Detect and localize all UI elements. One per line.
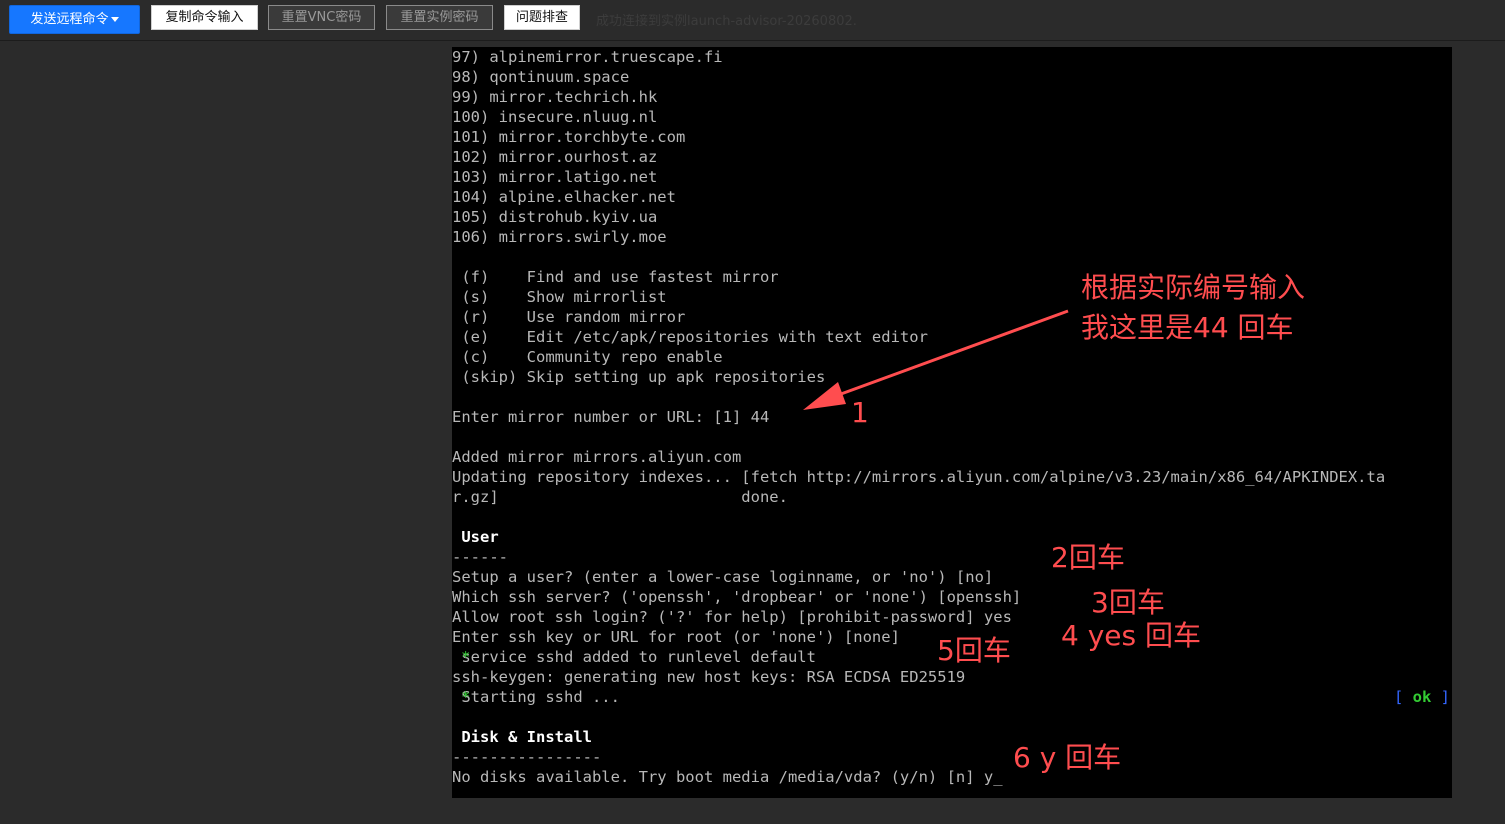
- terminal-cursor: _: [993, 768, 1003, 786]
- terminal-section-title: User: [452, 528, 499, 546]
- chevron-down-icon: [110, 17, 119, 22]
- terminal-prompt-line: No disks available. Try boot media /medi…: [452, 768, 1003, 786]
- terminal-line: Added mirror mirrors.aliyun.com: [452, 448, 742, 466]
- troubleshoot-button[interactable]: 问题排查: [504, 5, 580, 30]
- terminal-line-text: service sshd added to runlevel default: [452, 648, 816, 666]
- reset-instance-password-button[interactable]: 重置实例密码: [386, 5, 493, 30]
- send-remote-command-button[interactable]: 发送远程命令: [9, 5, 140, 34]
- annotation-step: 6 y 回车: [1013, 741, 1122, 774]
- terminal-line: Enter mirror number or URL: [1] 44: [452, 408, 770, 426]
- terminal-line: Allow root ssh login? ('?' for help) [pr…: [452, 608, 1012, 626]
- toolbar: 发送远程命令 复制命令输入 重置VNC密码 重置实例密码 问题排查 成功连接到实…: [0, 0, 1505, 41]
- terminal-line: ssh-keygen: generating new host keys: RS…: [452, 668, 966, 686]
- terminal-line: Setup a user? (enter a lower-case loginn…: [452, 568, 994, 586]
- terminal-section-title: Disk & Install: [452, 728, 592, 746]
- terminal-line: 102) mirror.ourhost.az: [452, 148, 658, 166]
- terminal-line: * service sshd added to runlevel default: [452, 647, 816, 667]
- terminal-line: ----------------: [452, 748, 602, 766]
- annotation-note: 根据实际编号输入: [1081, 271, 1306, 304]
- terminal-line: 99) mirror.techrich.hk: [452, 88, 658, 106]
- terminal-line: 101) mirror.torchbyte.com: [452, 128, 686, 146]
- green-star-icon: *: [461, 688, 471, 706]
- terminal-line: ------: [452, 548, 508, 566]
- terminal-line: 104) alpine.elhacker.net: [452, 188, 676, 206]
- terminal-line: Which ssh server? ('openssh', 'dropbear'…: [452, 588, 1022, 606]
- copy-command-input-button[interactable]: 复制命令输入: [151, 5, 258, 30]
- send-remote-command-label: 发送远程命令: [30, 12, 109, 27]
- annotation-step: 4 yes 回车: [1061, 619, 1202, 652]
- terminal-line: (skip) Skip setting up apk repositories: [452, 368, 826, 386]
- terminal-line: * Starting sshd ...: [452, 687, 620, 707]
- terminal-line: 97) alpinemirror.truescape.fi: [452, 48, 723, 66]
- annotation-step: 1: [851, 396, 869, 429]
- terminal-line: (c) Community repo enable: [452, 348, 723, 366]
- green-star-icon: *: [461, 648, 471, 666]
- ok-status-badge: [ ok ]: [1393, 688, 1450, 706]
- reset-vnc-password-button[interactable]: 重置VNC密码: [268, 5, 375, 30]
- vnc-terminal-screen[interactable]: 97) alpinemirror.truescape.fi 98) qontin…: [452, 47, 1452, 798]
- terminal-line: 103) mirror.latigo.net: [452, 168, 658, 186]
- terminal-line: Enter ssh key or URL for root (or 'none'…: [452, 628, 900, 646]
- terminal-line: r.gz] done.: [452, 488, 788, 506]
- terminal-line: (e) Edit /etc/apk/repositories with text…: [452, 328, 928, 346]
- connection-status-text: 成功连接到实例launch-advisor-20260802.: [596, 14, 857, 29]
- annotation-note: 我这里是44 回车: [1081, 311, 1294, 344]
- terminal-line: Updating repository indexes... [fetch ht…: [452, 468, 1386, 486]
- terminal-line: 100) insecure.nluug.nl: [452, 108, 658, 126]
- terminal-line: (f) Find and use fastest mirror: [452, 268, 779, 286]
- terminal-line: 106) mirrors.swirly.moe: [452, 228, 667, 246]
- terminal-line-text: Starting sshd ...: [452, 688, 620, 706]
- terminal-line: (r) Use random mirror: [452, 308, 686, 326]
- terminal-line: 98) qontinuum.space: [452, 68, 630, 86]
- annotation-step: 5回车: [937, 634, 1011, 667]
- terminal-line: 105) distrohub.kyiv.ua: [452, 208, 658, 226]
- annotation-step: 2回车: [1051, 541, 1125, 574]
- terminal-line: (s) Show mirrorlist: [452, 288, 667, 306]
